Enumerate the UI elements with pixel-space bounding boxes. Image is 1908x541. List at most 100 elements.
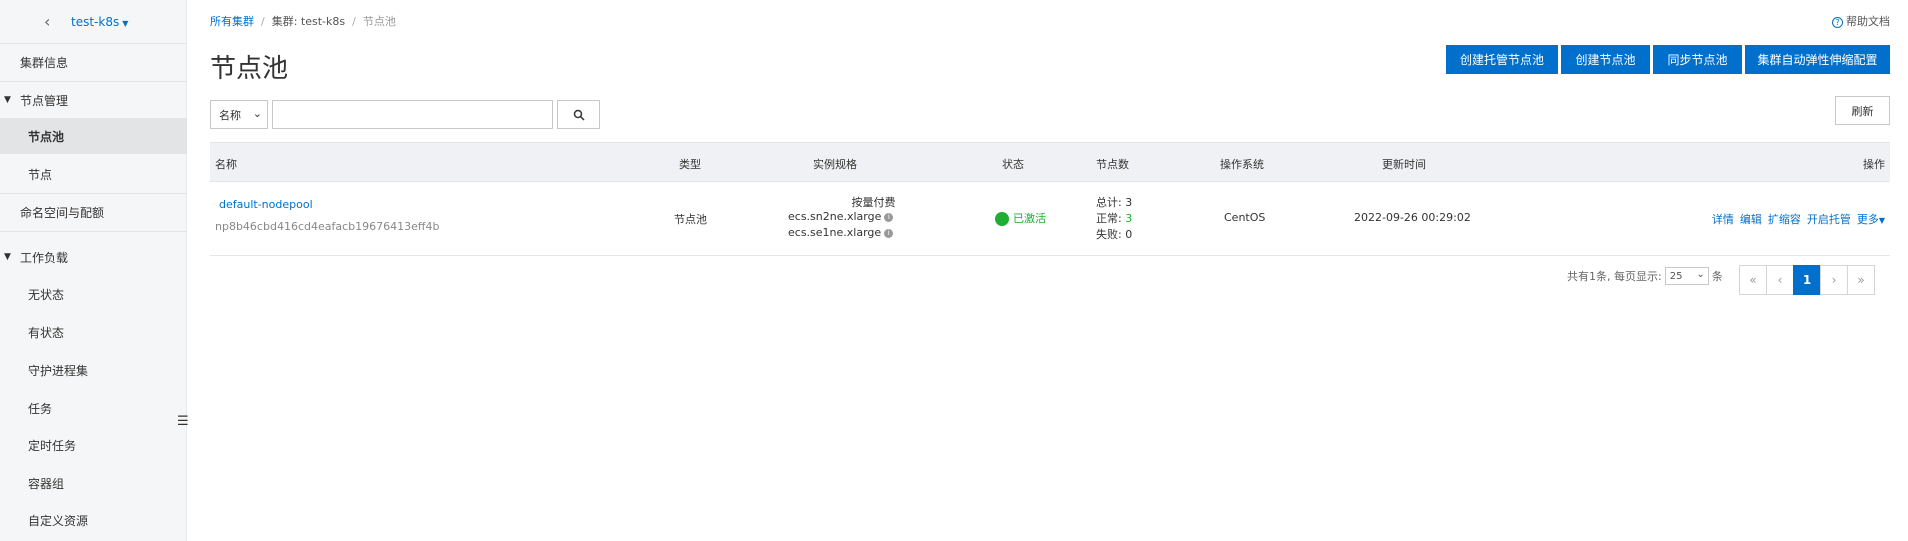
enable-managed-link[interactable]: 开启托管	[1807, 213, 1851, 226]
node-count-normal: 正常: 3	[1096, 210, 1132, 226]
sidebar-item-label: 节点	[28, 167, 53, 182]
table-row: default-nodepool np8b46cbd416cd4eafacb19…	[210, 182, 1890, 256]
page-size-select[interactable]: 25 ⌄	[1664, 267, 1709, 285]
sidebar-item-statefulsets[interactable]: 有状态	[0, 314, 187, 350]
node-count-value: 3	[1125, 212, 1133, 225]
breadcrumb-separator: /	[261, 15, 265, 28]
help-docs-label: 帮助文档	[1846, 15, 1890, 28]
edit-link[interactable]: 编辑	[1740, 213, 1762, 226]
col-ops: 操作	[1863, 158, 1885, 171]
sidebar: ‹ test-k8s ▼ 集群信息 ▼ 节点管理 节点池 节点 命名空间与配额 ▼ 工…	[0, 0, 187, 541]
col-nodes: 节点数	[1096, 158, 1129, 171]
node-count-label: 总计:	[1096, 196, 1122, 209]
action-buttons: 创建托管节点池 创建节点池 同步节点池 集群自动弹性伸缩配置	[1446, 45, 1890, 74]
next-page-button[interactable]: ›	[1820, 265, 1848, 295]
sidebar-item-label: 无状态	[28, 287, 65, 302]
question-icon: ?	[1832, 17, 1843, 28]
search-button[interactable]	[557, 100, 600, 129]
caret-down-icon: ▼	[1878, 216, 1885, 225]
search-icon	[573, 109, 585, 121]
instance-spec-2: ecs.se1ne.xlarge i	[788, 226, 894, 239]
triangle-down-icon: ▼	[4, 252, 11, 262]
col-status: 状态	[1002, 158, 1024, 171]
filter-field-label: 名称	[219, 108, 241, 122]
sidebar-item-label: 工作负载	[20, 250, 69, 265]
nodepool-table: 名称 类型 实例规格 状态 节点数 操作系统 更新时间 操作 default-n…	[210, 142, 1890, 256]
search-input[interactable]	[272, 100, 553, 129]
sidebar-item-nodes[interactable]: 节点	[0, 156, 187, 192]
pagination-buttons: « ‹ 1 › »	[1739, 265, 1875, 295]
page-1-button[interactable]: 1	[1793, 265, 1821, 295]
col-updated: 更新时间	[1382, 158, 1426, 171]
last-page-button[interactable]: »	[1847, 265, 1875, 295]
cluster-switcher[interactable]: test-k8s ▼	[71, 15, 128, 29]
status-badge: 已激活	[995, 210, 1046, 226]
chevron-down-icon: ⌄	[252, 107, 262, 120]
sidebar-item-label: 容器组	[28, 476, 65, 491]
table-header: 名称 类型 实例规格 状态 节点数 操作系统 更新时间 操作	[210, 142, 1890, 182]
node-count-value: 3	[1125, 196, 1133, 209]
node-count-total: 总计: 3	[1096, 194, 1132, 210]
node-count-label: 失败:	[1096, 228, 1122, 241]
breadcrumb: 所有集群 / 集群: test-k8s / 节点池	[210, 13, 396, 29]
instance-spec-label: ecs.sn2ne.xlarge	[788, 210, 882, 223]
autoscale-config-button[interactable]: 集群自动弹性伸缩配置	[1745, 45, 1890, 74]
sidebar-item-label: 节点池	[28, 129, 65, 144]
sidebar-collapse-icon[interactable]: ☰	[177, 414, 189, 430]
pagination-summary-text: 共有1条, 每页显示:	[1567, 270, 1662, 283]
chevron-down-icon: ⌄	[1696, 269, 1705, 280]
breadcrumb-all-clusters[interactable]: 所有集群	[210, 15, 254, 28]
sidebar-item-label: 有状态	[28, 325, 65, 340]
sidebar-item-custom-resources[interactable]: 自定义资源	[0, 502, 187, 538]
scale-link[interactable]: 扩缩容	[1768, 213, 1801, 226]
sync-nodepool-button[interactable]: 同步节点池	[1653, 45, 1742, 74]
col-name: 名称	[215, 158, 237, 171]
sidebar-group-node-management[interactable]: ▼ 节点管理	[0, 82, 187, 118]
sidebar-item-label: 命名空间与配额	[20, 205, 105, 220]
col-os: 操作系统	[1220, 158, 1264, 171]
pagination-unit: 条	[1711, 270, 1723, 283]
col-type: 类型	[679, 158, 701, 171]
info-icon[interactable]: i	[884, 228, 894, 238]
node-count-value: 0	[1125, 228, 1133, 241]
sidebar-item-label: 定时任务	[28, 438, 77, 453]
refresh-button[interactable]: 刷新	[1835, 96, 1890, 125]
info-icon[interactable]: i	[884, 212, 894, 222]
help-docs-link[interactable]: ? 帮助文档	[1832, 13, 1890, 29]
sidebar-item-pods[interactable]: 容器组	[0, 465, 187, 501]
breadcrumb-cluster[interactable]: 集群: test-k8s	[272, 15, 345, 28]
sidebar-header: ‹ test-k8s ▼	[0, 0, 186, 44]
billing-type: 按量付费	[851, 196, 896, 209]
more-label: 更多	[1856, 213, 1879, 226]
nodepool-id: np8b46cbd416cd4eafacb19676413eff4b	[215, 220, 440, 233]
sidebar-item-deployments[interactable]: 无状态	[0, 276, 187, 312]
filter-field-select[interactable]: 名称 ⌄	[210, 100, 268, 129]
sidebar-item-jobs[interactable]: 任务	[0, 390, 187, 426]
sidebar-item-label: 守护进程集	[28, 363, 89, 378]
instance-spec-1: ecs.sn2ne.xlarge i	[788, 210, 894, 223]
triangle-down-icon: ▼	[4, 95, 11, 105]
first-page-button[interactable]: «	[1739, 265, 1767, 295]
sidebar-item-label: 节点管理	[20, 93, 69, 108]
prev-page-button[interactable]: ‹	[1766, 265, 1794, 295]
sidebar-item-namespace-quota[interactable]: 命名空间与配额	[0, 194, 187, 230]
create-nodepool-button[interactable]: 创建节点池	[1561, 45, 1650, 74]
col-spec: 实例规格	[813, 158, 857, 171]
sidebar-item-label: 任务	[28, 401, 53, 416]
sidebar-item-nodepool[interactable]: 节点池	[0, 118, 187, 154]
status-label: 已激活	[1013, 212, 1046, 225]
sidebar-item-daemonsets[interactable]: 守护进程集	[0, 352, 187, 388]
sidebar-group-workloads[interactable]: ▼ 工作负载	[0, 239, 187, 275]
detail-link[interactable]: 详情	[1712, 213, 1734, 226]
more-dropdown[interactable]: 更多▼	[1857, 213, 1885, 226]
nodepool-name-link[interactable]: default-nodepool	[219, 198, 313, 211]
back-arrow-icon[interactable]: ‹	[44, 12, 50, 31]
page-title: 节点池	[210, 54, 289, 84]
sidebar-item-cronjobs[interactable]: 定时任务	[0, 427, 187, 463]
page-size-value: 25	[1669, 270, 1683, 282]
pagination-summary: 共有1条, 每页显示: 25 ⌄ 条	[1567, 267, 1723, 285]
create-managed-nodepool-button[interactable]: 创建托管节点池	[1446, 45, 1558, 74]
sidebar-item-cluster-info[interactable]: 集群信息	[0, 44, 187, 80]
instance-spec-label: ecs.se1ne.xlarge	[788, 226, 882, 239]
breadcrumb-separator: /	[352, 15, 356, 28]
